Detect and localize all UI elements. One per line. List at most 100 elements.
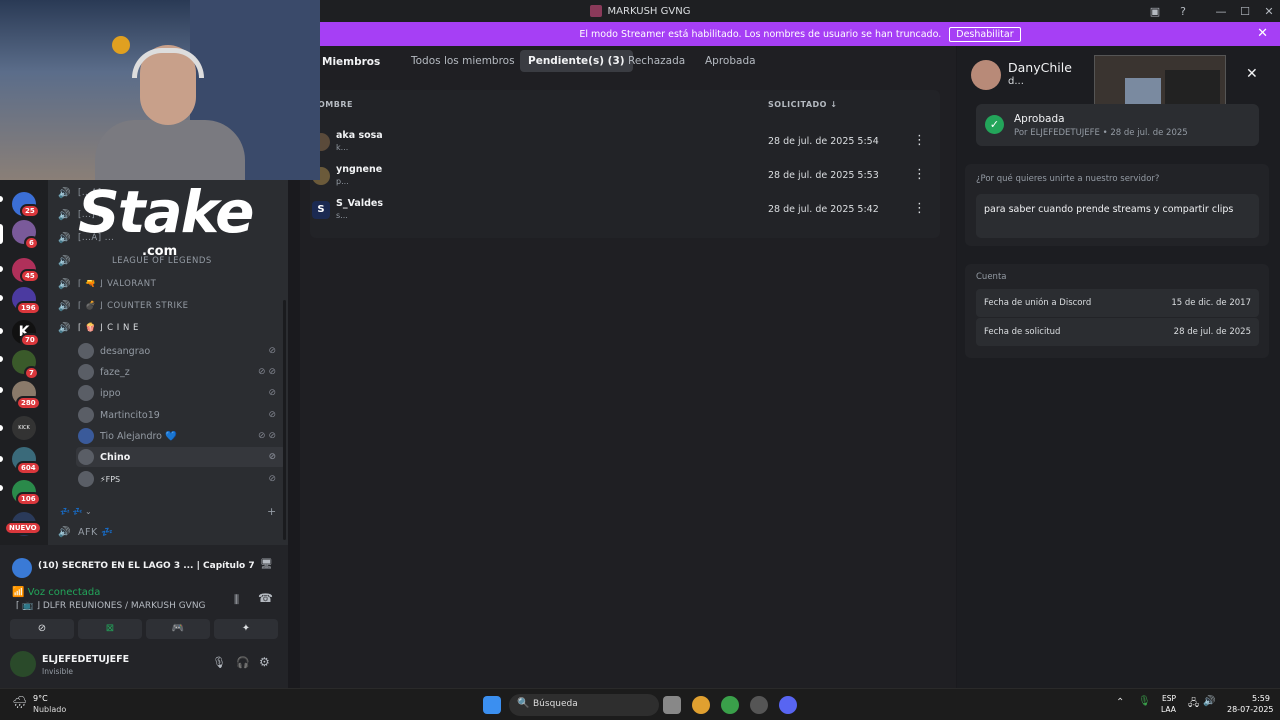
- voice-user[interactable]: ippo ⊘: [76, 383, 286, 403]
- server-icon[interactable]: KICK: [12, 416, 36, 440]
- table-row[interactable]: aka sosa k... 28 de jul. de 2025 5:54 ⋮: [310, 125, 940, 159]
- voice-channel-active[interactable]: 🔊 ⌈ 🍿 ⌋ C I N E: [58, 318, 139, 338]
- voice-user[interactable]: ⚡FPS ⊘: [76, 469, 286, 489]
- noise-icon[interactable]: ⫼: [234, 593, 239, 607]
- network-icon[interactable]: 🖧: [1188, 696, 1199, 713]
- start-icon[interactable]: [483, 696, 501, 714]
- avatar: S: [312, 201, 330, 219]
- request-label: Fecha de solicitud: [984, 327, 1061, 337]
- row-name: S_Valdes: [336, 198, 383, 209]
- close-window-button[interactable]: ✕: [1256, 0, 1280, 22]
- screen-share-button[interactable]: ⊠: [78, 619, 142, 639]
- join-label: Fecha de unión a Discord: [984, 298, 1092, 308]
- chevron-up-icon[interactable]: ⌃: [1116, 697, 1124, 708]
- help-icon[interactable]: ?: [1170, 0, 1196, 22]
- task-view-icon[interactable]: [663, 696, 681, 714]
- headphones-icon[interactable]: 🎧: [236, 656, 250, 669]
- more-options-icon[interactable]: ⋮: [913, 167, 926, 182]
- avatar: [12, 558, 32, 578]
- unread-pill: [0, 356, 3, 362]
- speaker-icon: 🔊: [58, 322, 71, 334]
- pending-table: OMBRE SOLICITADO ↓ aka sosa k... 28 de j…: [310, 90, 940, 238]
- tab-approved[interactable]: Aprobada: [697, 50, 764, 72]
- chrome-profile-icon[interactable]: [721, 696, 739, 714]
- deafened-icon: ⊘ ⊘: [258, 367, 276, 377]
- disconnect-icon[interactable]: ☎: [258, 591, 273, 605]
- app-icon[interactable]: [750, 696, 768, 714]
- activity-text: (10) SECRETO EN EL LAGO 3 ... | Capítulo…: [38, 561, 258, 571]
- approval-status: Aprobada: [1014, 113, 1065, 125]
- volume-icon[interactable]: 🔊: [1203, 696, 1215, 707]
- category-collapse[interactable]: 💤 💤 ⌄: [60, 507, 92, 516]
- weather-desc: Nublado: [33, 705, 67, 714]
- language-code[interactable]: ESP: [1162, 694, 1176, 703]
- approved-by: Por ELJEFEDETUJEFE • 28 de jul. de 2025: [1014, 128, 1188, 138]
- voice-user[interactable]: desangrao ⊘: [76, 341, 286, 361]
- mention-badge: 6: [24, 236, 39, 250]
- table-row[interactable]: yngnene p... 28 de jul. de 2025 5:53 ⋮: [310, 159, 940, 193]
- mention-badge: 280: [16, 396, 41, 410]
- maximize-button[interactable]: ☐: [1232, 0, 1258, 22]
- banner-text: El modo Streamer está habilitado. Los no…: [579, 28, 942, 40]
- tab-rejected[interactable]: Rechazada: [620, 50, 693, 72]
- activity-row[interactable]: (10) SECRETO EN EL LAGO 3 ... | Capítulo…: [10, 551, 282, 581]
- my-status: Invisible: [42, 667, 73, 676]
- chrome-icon[interactable]: [692, 696, 710, 714]
- table-row[interactable]: S S_Valdes s... 28 de jul. de 2025 5:42 …: [310, 193, 940, 227]
- voice-user[interactable]: Tio Alejandro 💙 ⊘ ⊘: [76, 426, 286, 446]
- close-panel-icon[interactable]: ✕: [1246, 66, 1258, 82]
- clock-time[interactable]: 5:59: [1252, 694, 1270, 703]
- row-sub: s...: [336, 211, 348, 220]
- question-label: ¿Por qué quieres unirte a nuestro servid…: [976, 174, 1160, 184]
- more-options-icon[interactable]: ⋮: [913, 201, 926, 216]
- avatar: [78, 343, 94, 359]
- mention-badge: 604: [16, 461, 41, 475]
- tab-members[interactable]: Miembros: [314, 51, 388, 73]
- voice-user[interactable]: Martincito19 ⊘: [76, 405, 286, 425]
- clock-date[interactable]: 28-07-2025: [1227, 705, 1274, 714]
- voice-channel-name[interactable]: ⌈ 📺 ⌋ DLFR REUNIONES / MARKUSH GVNG: [16, 601, 206, 611]
- column-name: OMBRE: [318, 100, 353, 109]
- inbox-icon[interactable]: ▣: [1142, 0, 1168, 22]
- app-icon: [589, 5, 602, 17]
- voice-channel[interactable]: 🔊 ⌈ 🔫 ⌋ VALORANT: [58, 274, 156, 294]
- microphone-icon[interactable]: 🎙: [1138, 696, 1151, 707]
- discord-icon[interactable]: [779, 696, 797, 714]
- soundboard-button[interactable]: ✦: [214, 619, 278, 639]
- scrollbar[interactable]: [283, 300, 286, 540]
- answer-box: para saber cuando prende streams y compa…: [976, 194, 1259, 238]
- voice-user[interactable]: Chino ⊘: [76, 447, 286, 467]
- microphone-icon[interactable]: 🎙: [212, 656, 226, 669]
- screen-icon[interactable]: 🖥: [260, 559, 273, 570]
- camera-button[interactable]: ⊘: [10, 619, 74, 639]
- activity-button[interactable]: 🎮: [146, 619, 210, 639]
- webcam-overlay: [0, 0, 320, 180]
- voice-channel[interactable]: 🔊 ⌈ 💣 ⌋ COUNTER STRIKE: [58, 296, 188, 316]
- avatar[interactable]: [10, 651, 36, 677]
- search-box[interactable]: 🔍 Búsqueda: [509, 694, 659, 716]
- add-channel-icon[interactable]: +: [267, 505, 276, 518]
- taskbar: 🌧 9°C Nublado 🔍 Búsqueda ⌃ 🎙 ESP LAA 🖧 🔊…: [0, 688, 1280, 720]
- profile-handle: d...: [1008, 76, 1024, 87]
- voice-channel-afk[interactable]: 🔊 AFK 💤: [58, 522, 114, 542]
- disable-streamer-button[interactable]: Deshabilitar: [949, 26, 1021, 42]
- column-requested[interactable]: SOLICITADO ↓: [768, 100, 837, 109]
- deafened-icon: ⊘: [268, 452, 276, 462]
- approval-card: ✓ Aprobada Por ELJEFEDETUJEFE • 28 de ju…: [976, 104, 1259, 146]
- tab-pending[interactable]: Pendiente(s) (3): [520, 50, 633, 72]
- voice-user[interactable]: faze_z ⊘ ⊘: [76, 362, 286, 382]
- tab-all-members[interactable]: Todos los miembros: [403, 50, 523, 72]
- minimize-button[interactable]: —: [1208, 0, 1234, 22]
- more-options-icon[interactable]: ⋮: [913, 133, 926, 148]
- close-icon[interactable]: ✕: [1257, 26, 1268, 41]
- question-card: ¿Por qué quieres unirte a nuestro servid…: [965, 164, 1269, 246]
- layout-code[interactable]: LAA: [1161, 705, 1176, 714]
- check-icon: ✓: [985, 115, 1004, 134]
- account-title: Cuenta: [976, 272, 1007, 282]
- join-date-row: Fecha de unión a Discord 15 de dic. de 2…: [976, 289, 1259, 317]
- search-placeholder: Búsqueda: [533, 699, 578, 709]
- settings-icon[interactable]: ⚙: [259, 655, 270, 669]
- speaker-icon: 🔊: [58, 209, 71, 221]
- answer-text: para saber cuando prende streams y compa…: [984, 204, 1234, 215]
- deafened-icon: ⊘: [268, 410, 276, 420]
